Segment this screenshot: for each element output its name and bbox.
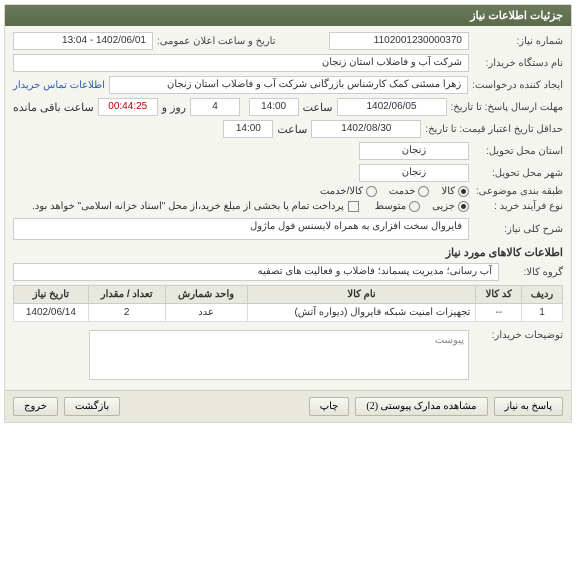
th-date: تاریخ نیاز <box>14 286 89 304</box>
cell-unit: عدد <box>165 304 247 322</box>
respond-button[interactable]: پاسخ به نیاز <box>494 397 564 416</box>
deadline-hour: 14:00 <box>249 98 299 116</box>
goods-section-title: اطلاعات کالاهای مورد نیاز <box>13 246 563 259</box>
desc-label: شرح کلی نیاز: <box>473 224 563 235</box>
category-radios: کالا خدمت کالا/خدمت <box>320 186 469 197</box>
announce-value: 1402/06/01 - 13:04 <box>13 32 153 50</box>
province-label: استان محل تحویل: <box>473 146 563 157</box>
validity-label: حداقل تاریخ اعتبار قیمت: تا تاریخ: <box>425 124 563 135</box>
th-code: کد کالا <box>476 286 522 304</box>
city-value: زنجان <box>359 164 469 182</box>
buy-type-radios: جزیی متوسط <box>375 201 469 212</box>
th-row: ردیف <box>522 286 563 304</box>
radio-dot-icon <box>409 201 420 212</box>
detail-panel: جزئیات اطلاعات نیاز شماره نیاز: 11020012… <box>4 4 572 423</box>
validity-hour-label: ساعت <box>277 123 307 136</box>
attach-label: پیوست <box>435 335 464 346</box>
need-number-label: شماره نیاز: <box>473 36 563 47</box>
validity-date: 1402/08/30 <box>311 120 421 138</box>
announce-label: تاریخ و ساعت اعلان عمومی: <box>157 36 276 47</box>
radio-dot-icon <box>458 201 469 212</box>
requester-label: ایجاد کننده درخواست: <box>472 80 563 91</box>
city-label: شهر محل تحویل: <box>473 168 563 179</box>
remain-suffix: ساعت باقی مانده <box>13 101 94 114</box>
cell-row: 1 <box>522 304 563 322</box>
radio-service[interactable]: خدمت <box>389 186 430 197</box>
group-label: گروه کالا: <box>503 267 563 278</box>
buy-type-label: نوع فرآیند خرید : <box>473 201 563 212</box>
radio-dot-icon <box>458 186 469 197</box>
province-value: زنجان <box>359 142 469 160</box>
radio-dot-icon <box>366 186 377 197</box>
buyer-value: شرکت آب و فاضلاب استان زنجان <box>13 54 469 72</box>
validity-hour: 14:00 <box>223 120 273 138</box>
radio-goods[interactable]: کالا <box>441 186 469 197</box>
need-number: 1102001230000370 <box>329 32 469 50</box>
deadline-label: مهلت ارسال پاسخ: تا تاریخ: <box>451 102 563 113</box>
deadline-date: 1402/06/05 <box>337 98 447 116</box>
cell-qty: 2 <box>88 304 165 322</box>
category-label: طبقه بندی موضوعی: <box>473 186 563 197</box>
contact-link[interactable]: اطلاعات تماس خریدار <box>13 80 105 91</box>
table-row[interactable]: 1 -- تجهیزات امنیت شبکه فایروال (دیواره … <box>14 304 563 322</box>
back-button[interactable]: بازگشت <box>64 397 120 416</box>
cell-date: 1402/06/14 <box>14 304 89 322</box>
radio-goods-service[interactable]: کالا/خدمت <box>320 186 377 197</box>
radio-partial[interactable]: جزیی <box>432 201 469 212</box>
panel-body: شماره نیاز: 1102001230000370 تاریخ و ساع… <box>5 26 571 390</box>
remain-time: 00:44:25 <box>98 98 158 116</box>
buyer-label: نام دستگاه خریدار: <box>473 58 563 69</box>
view-attachments-button[interactable]: مشاهده مدارک پیوستی (2) <box>355 397 487 416</box>
radio-dot-icon <box>418 186 429 197</box>
remain-days-label: روز و <box>162 101 186 114</box>
panel-title: جزئیات اطلاعات نیاز <box>5 5 571 26</box>
th-name: نام کالا <box>247 286 476 304</box>
cell-name: تجهیزات امنیت شبکه فایروال (دیواره آتش) <box>247 304 476 322</box>
group-value: آب رسانی؛ مدیریت پسماند؛ فاضلاب و فعالیت… <box>13 263 499 281</box>
deadline-hour-label: ساعت <box>303 101 333 114</box>
buyer-notes-label: توضیحات خریدار: <box>473 330 563 341</box>
pay-checkbox[interactable] <box>348 201 359 212</box>
th-qty: تعداد / مقدار <box>88 286 165 304</box>
goods-table: ردیف کد کالا نام کالا واحد شمارش تعداد /… <box>13 285 563 322</box>
desc-value: فایروال سخت افزاری به همراه لایسنس فول م… <box>13 218 469 240</box>
footer-bar: پاسخ به نیاز مشاهده مدارک پیوستی (2) چاپ… <box>5 390 571 422</box>
remain-days: 4 <box>190 98 240 116</box>
exit-button[interactable]: خروج <box>13 397 58 416</box>
print-button[interactable]: چاپ <box>309 397 350 416</box>
table-header-row: ردیف کد کالا نام کالا واحد شمارش تعداد /… <box>14 286 563 304</box>
countdown: 4 روز و 00:44:25 ساعت باقی مانده <box>13 98 240 116</box>
radio-medium[interactable]: متوسط <box>375 201 420 212</box>
th-unit: واحد شمارش <box>165 286 247 304</box>
requester-value: زهرا مسئنی کمک کارشناس بازرگانی شرکت آب … <box>109 76 468 94</box>
cell-code: -- <box>476 304 522 322</box>
pay-note: پرداخت تمام یا بخشی از مبلغ خرید،از محل … <box>32 201 344 212</box>
attachment-box: پیوست <box>89 330 469 380</box>
